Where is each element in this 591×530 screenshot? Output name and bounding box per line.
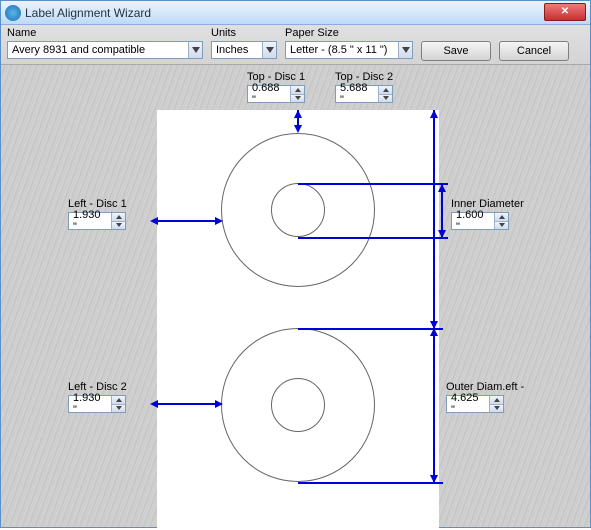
top-disc2-spinner[interactable]: 5.688 " xyxy=(335,85,393,103)
units-value: Inches xyxy=(212,44,262,56)
arrow-left-icon xyxy=(150,400,158,408)
inner-diameter-value: 1.600 " xyxy=(452,209,494,233)
inner-diam-top-guide xyxy=(298,183,448,185)
top-disc1-spinner[interactable]: 0.688 " xyxy=(247,85,305,103)
canvas-area: Top - Disc 1 0.688 " Top - Disc 2 5.688 … xyxy=(1,65,590,527)
outer-diam-top-guide xyxy=(298,328,443,330)
top-disc2-line xyxy=(433,110,435,328)
outer-diameter-value: 4.625 " xyxy=(447,392,489,416)
outer-diameter-spinner[interactable]: 4.625 " xyxy=(446,395,504,413)
arrow-up-icon xyxy=(294,110,302,118)
app-icon xyxy=(5,5,21,21)
save-button[interactable]: Save xyxy=(421,41,491,61)
top-disc1-value: 0.688 " xyxy=(248,82,290,106)
disc1-inner xyxy=(271,183,325,237)
chevron-down-icon xyxy=(495,222,508,230)
top-disc2-value: 5.688 " xyxy=(336,82,378,106)
name-field: Name Avery 8931 and compatible xyxy=(7,27,203,59)
arrow-left-icon xyxy=(150,217,158,225)
paper-value: Letter - (8.5 " x 11 ") xyxy=(286,44,398,56)
left-disc1-group: Left - Disc 1 1.930 " xyxy=(68,198,127,230)
name-combo[interactable]: Avery 8931 and compatible xyxy=(7,41,203,59)
main-window: Label Alignment Wizard ✕ Name Avery 8931… xyxy=(0,0,591,528)
left-disc2-line xyxy=(157,403,221,405)
arrow-right-icon xyxy=(215,400,223,408)
outer-diam-vline xyxy=(433,328,435,482)
left-disc2-group: Left - Disc 2 1.930 " xyxy=(68,381,127,413)
left-disc1-value: 1.930 " xyxy=(69,209,111,233)
chevron-down-icon xyxy=(291,95,304,103)
arrow-down-icon xyxy=(294,125,302,133)
chevron-down-icon xyxy=(188,42,202,58)
outer-diameter-group: Outer Diam.eft - 4.625 " xyxy=(446,381,524,413)
spin-buttons[interactable] xyxy=(494,213,508,229)
chevron-down-icon xyxy=(379,95,392,103)
paper-combo[interactable]: Letter - (8.5 " x 11 ") xyxy=(285,41,413,59)
arrow-right-icon xyxy=(215,217,223,225)
left-disc2-spinner[interactable]: 1.930 " xyxy=(68,395,126,413)
paper-label: Paper Size xyxy=(285,27,413,39)
chevron-up-icon xyxy=(291,86,304,95)
chevron-down-icon xyxy=(490,405,503,413)
titlebar: Label Alignment Wizard ✕ xyxy=(1,1,590,25)
chevron-down-icon xyxy=(262,42,276,58)
inner-diam-bot-guide xyxy=(298,237,448,239)
arrow-down-icon xyxy=(438,230,446,238)
chevron-down-icon xyxy=(112,405,125,413)
left-disc1-spinner[interactable]: 1.930 " xyxy=(68,212,126,230)
chevron-up-icon xyxy=(495,213,508,222)
chevron-up-icon xyxy=(112,213,125,222)
chevron-up-icon xyxy=(379,86,392,95)
spin-buttons[interactable] xyxy=(290,86,304,102)
units-label: Units xyxy=(211,27,277,39)
name-label: Name xyxy=(7,27,203,39)
arrow-up-icon xyxy=(430,110,438,118)
spin-buttons[interactable] xyxy=(111,213,125,229)
arrow-up-icon xyxy=(438,184,446,192)
close-button[interactable]: ✕ xyxy=(544,3,586,21)
paper-sheet xyxy=(157,110,439,530)
left-disc1-line xyxy=(157,220,221,222)
top-disc1-group: Top - Disc 1 0.688 " xyxy=(247,71,305,103)
chevron-up-icon xyxy=(490,396,503,405)
outer-diam-bot-guide xyxy=(298,482,443,484)
cancel-button[interactable]: Cancel xyxy=(499,41,569,61)
close-icon: ✕ xyxy=(561,6,569,17)
chevron-down-icon xyxy=(112,222,125,230)
chevron-down-icon xyxy=(398,42,412,58)
top-disc2-group: Top - Disc 2 5.688 " xyxy=(335,71,393,103)
spin-buttons[interactable] xyxy=(111,396,125,412)
window-title: Label Alignment Wizard xyxy=(25,6,151,20)
toolbar: Name Avery 8931 and compatible Units Inc… xyxy=(1,25,590,65)
spin-buttons[interactable] xyxy=(489,396,503,412)
inner-diameter-spinner[interactable]: 1.600 " xyxy=(451,212,509,230)
disc2-inner xyxy=(271,378,325,432)
name-value: Avery 8931 and compatible xyxy=(8,44,188,56)
inner-diameter-group: Inner Diameter 1.600 " xyxy=(451,198,524,230)
units-field: Units Inches xyxy=(211,27,277,59)
spin-buttons[interactable] xyxy=(378,86,392,102)
left-disc2-value: 1.930 " xyxy=(69,392,111,416)
paper-field: Paper Size Letter - (8.5 " x 11 ") xyxy=(285,27,413,59)
units-combo[interactable]: Inches xyxy=(211,41,277,59)
chevron-up-icon xyxy=(112,396,125,405)
